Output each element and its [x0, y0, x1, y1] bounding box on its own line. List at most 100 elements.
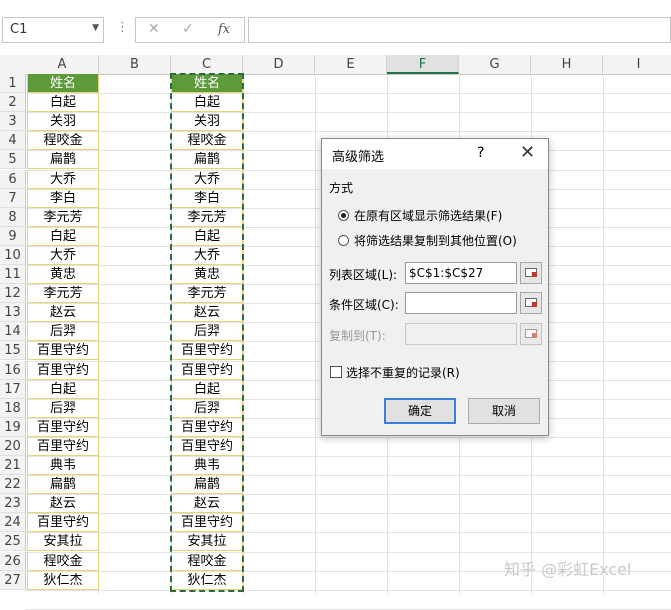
cell-c8[interactable]: 李元芳 — [171, 207, 243, 227]
row-header-12[interactable]: 12 — [0, 284, 26, 304]
cancel-button[interactable]: 取消 — [468, 398, 540, 424]
cell-a22[interactable]: 扁鹊 — [27, 475, 99, 495]
cell-c9[interactable]: 白起 — [171, 226, 243, 246]
row-header-19[interactable]: 19 — [0, 417, 26, 437]
cell-a27[interactable]: 狄仁杰 — [27, 570, 99, 590]
cell-a7[interactable]: 李白 — [27, 188, 99, 208]
cell-a15[interactable]: 百里守约 — [27, 341, 99, 361]
cell-c22[interactable]: 扁鹊 — [171, 475, 243, 495]
column-header-f[interactable]: F — [387, 55, 459, 74]
row-header-3[interactable]: 3 — [0, 112, 26, 132]
row-header-26[interactable]: 26 — [0, 551, 26, 571]
cell-c20[interactable]: 百里守约 — [171, 436, 243, 456]
cell-a24[interactable]: 百里守约 — [27, 513, 99, 533]
enter-icon[interactable]: ✓ — [182, 21, 194, 37]
cell-c4[interactable]: 程咬金 — [171, 131, 243, 151]
cell-c14[interactable]: 后羿 — [171, 322, 243, 342]
cell-a8[interactable]: 李元芳 — [27, 207, 99, 227]
row-header-2[interactable]: 2 — [0, 93, 26, 113]
cell-c23[interactable]: 赵云 — [171, 494, 243, 514]
list-range-input[interactable]: $C$1:$C$27 — [405, 262, 517, 284]
cell-a1[interactable]: 姓名 — [27, 74, 99, 94]
column-header-g[interactable]: G — [459, 55, 531, 74]
cell-a19[interactable]: 百里守约 — [27, 417, 99, 437]
cell-a3[interactable]: 关羽 — [27, 112, 99, 132]
cell-a17[interactable]: 白起 — [27, 379, 99, 399]
cell-c21[interactable]: 典韦 — [171, 456, 243, 476]
cell-c5[interactable]: 扁鹊 — [171, 150, 243, 170]
row-header-10[interactable]: 10 — [0, 245, 26, 265]
insert-function-icon[interactable]: fx — [218, 22, 230, 37]
cell-a14[interactable]: 后羿 — [27, 322, 99, 342]
cell-a10[interactable]: 大乔 — [27, 245, 99, 265]
column-header-e[interactable]: E — [315, 55, 387, 74]
range-picker-icon[interactable] — [520, 292, 542, 314]
cancel-icon[interactable]: ✕ — [148, 21, 160, 37]
row-header-21[interactable]: 21 — [0, 456, 26, 476]
cell-c15[interactable]: 百里守约 — [171, 341, 243, 361]
close-icon[interactable]: ✕ — [520, 142, 535, 163]
row-header-25[interactable]: 25 — [0, 532, 26, 552]
row-header-14[interactable]: 14 — [0, 322, 26, 342]
row-header-1[interactable]: 1 — [0, 74, 26, 94]
cell-c6[interactable]: 大乔 — [171, 169, 243, 189]
row-header-22[interactable]: 22 — [0, 475, 26, 495]
radio-filter-in-place-label[interactable]: 在原有区域显示筛选结果(F) — [354, 207, 502, 224]
cell-c3[interactable]: 关羽 — [171, 112, 243, 132]
chevron-down-icon[interactable]: ▼ — [92, 23, 99, 33]
row-header-9[interactable]: 9 — [0, 226, 26, 246]
radio-copy-to-location-label[interactable]: 将筛选结果复制到其他位置(O) — [354, 232, 517, 249]
ok-button[interactable]: 确定 — [384, 398, 456, 424]
row-header-6[interactable]: 6 — [0, 169, 26, 189]
row-header-18[interactable]: 18 — [0, 398, 26, 418]
unique-records-checkbox[interactable] — [330, 366, 342, 378]
cell-a9[interactable]: 白起 — [27, 226, 99, 246]
cell-c18[interactable]: 后羿 — [171, 398, 243, 418]
cell-a11[interactable]: 黄忠 — [27, 265, 99, 285]
unique-records-label[interactable]: 选择不重复的记录(R) — [346, 364, 460, 381]
name-box[interactable]: C1 ▼ — [2, 17, 104, 43]
cell-c16[interactable]: 百里守约 — [171, 360, 243, 380]
cell-c17[interactable]: 白起 — [171, 379, 243, 399]
row-header-27[interactable]: 27 — [0, 570, 26, 590]
cell-c7[interactable]: 李白 — [171, 188, 243, 208]
row-header-7[interactable]: 7 — [0, 188, 26, 208]
row-header-5[interactable]: 5 — [0, 150, 26, 170]
column-header-h[interactable]: H — [531, 55, 603, 74]
row-header-15[interactable]: 15 — [0, 341, 26, 361]
cell-c25[interactable]: 安其拉 — [171, 532, 243, 552]
cell-a4[interactable]: 程咬金 — [27, 131, 99, 151]
cell-c27[interactable]: 狄仁杰 — [171, 570, 243, 590]
row-header-23[interactable]: 23 — [0, 494, 26, 514]
row-header-17[interactable]: 17 — [0, 379, 26, 399]
cell-c1[interactable]: 姓名 — [171, 74, 243, 94]
help-icon[interactable]: ? — [477, 145, 484, 161]
criteria-range-input[interactable] — [405, 292, 517, 314]
cell-a23[interactable]: 赵云 — [27, 494, 99, 514]
cell-a5[interactable]: 扁鹊 — [27, 150, 99, 170]
cell-a18[interactable]: 后羿 — [27, 398, 99, 418]
row-header-4[interactable]: 4 — [0, 131, 26, 151]
radio-copy-to-location[interactable] — [338, 235, 349, 246]
cell-a12[interactable]: 李元芳 — [27, 284, 99, 304]
cell-c13[interactable]: 赵云 — [171, 303, 243, 323]
cell-a6[interactable]: 大乔 — [27, 169, 99, 189]
column-header-a[interactable]: A — [26, 55, 99, 74]
cell-c26[interactable]: 程咬金 — [171, 551, 243, 571]
cell-a26[interactable]: 程咬金 — [27, 551, 99, 571]
column-header-d[interactable]: D — [243, 55, 315, 74]
cell-c12[interactable]: 李元芳 — [171, 284, 243, 304]
cell-a16[interactable]: 百里守约 — [27, 360, 99, 380]
radio-filter-in-place[interactable] — [338, 210, 349, 221]
cell-a21[interactable]: 典韦 — [27, 456, 99, 476]
cell-c2[interactable]: 白起 — [171, 93, 243, 113]
more-options-icon[interactable]: ⋮ — [116, 20, 129, 35]
cell-a20[interactable]: 百里守约 — [27, 436, 99, 456]
cell-a25[interactable]: 安其拉 — [27, 532, 99, 552]
row-header-8[interactable]: 8 — [0, 207, 26, 227]
cell-c19[interactable]: 百里守约 — [171, 417, 243, 437]
cell-c24[interactable]: 百里守约 — [171, 513, 243, 533]
row-header-20[interactable]: 20 — [0, 436, 26, 456]
row-header-13[interactable]: 13 — [0, 303, 26, 323]
cell-c10[interactable]: 大乔 — [171, 245, 243, 265]
